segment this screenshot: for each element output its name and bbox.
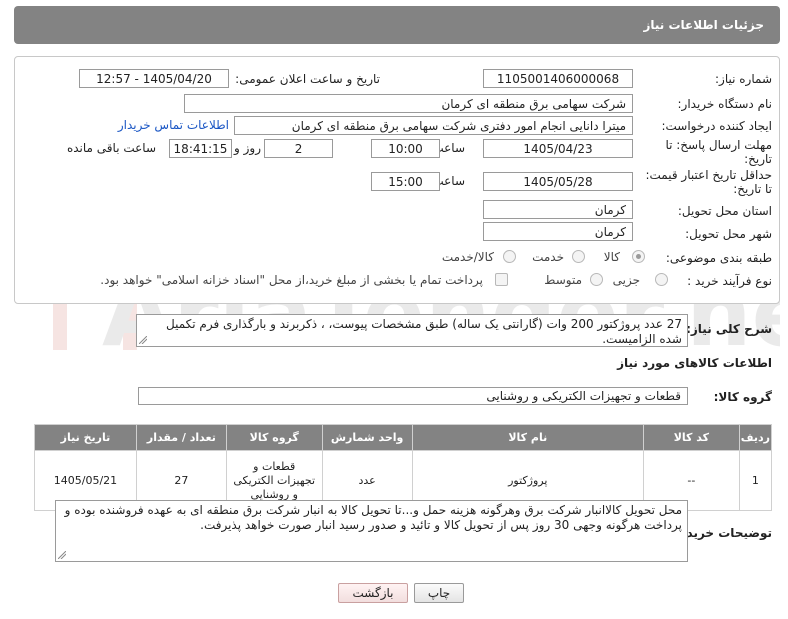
validity-label-2: تا تاریخ: xyxy=(733,182,772,196)
treasury-payment-note: پرداخت تمام یا بخشی از مبلغ خرید،از محل … xyxy=(100,273,483,287)
treasury-payment-checkbox[interactable] xyxy=(495,273,508,286)
buyer-field: شرکت سهامی برق منطقه ای کرمان xyxy=(184,94,633,113)
goods-table: ردیف کد کالا نام کالا واحد شمارش گروه کا… xyxy=(34,424,773,511)
page-header: جزئیات اطلاعات نیاز xyxy=(14,6,780,44)
days-field: 2 xyxy=(264,139,333,158)
col-name: نام کالا xyxy=(411,424,645,451)
description-textarea[interactable]: 27 عدد پروژکتور 200 وات (گارانتی یک ساله… xyxy=(136,314,688,347)
days-label: روز و xyxy=(234,141,261,155)
process-option-medium: متوسط xyxy=(544,273,582,287)
resize-handle-icon[interactable] xyxy=(58,551,66,559)
deadline-label-2: تاریخ: xyxy=(744,152,772,166)
buyer-label: نام دستگاه خریدار: xyxy=(677,97,773,111)
col-group: گروه کالا xyxy=(225,424,323,451)
deadline-label: مهلت ارسال پاسخ: تا xyxy=(665,138,772,152)
category-radio-service[interactable] xyxy=(572,250,585,263)
creator-field: میترا دانایی انجام امور دفتری شرکت سهامی… xyxy=(234,116,633,135)
need-number-label: شماره نیاز: xyxy=(715,72,772,86)
category-option-goods-service: کالا/خدمت xyxy=(441,250,494,264)
goods-section-title: اطلاعات کالاهای مورد نیاز xyxy=(617,356,772,370)
city-field: کرمان xyxy=(483,222,633,241)
validity-label: حداقل تاریخ اعتبار قیمت: xyxy=(645,168,772,182)
category-radio-goods[interactable] xyxy=(632,250,645,263)
col-qty: تعداد / مقدار xyxy=(135,424,227,451)
goods-table-header: ردیف کد کالا نام کالا واحد شمارش گروه کا… xyxy=(34,424,773,451)
cell-row: 1 xyxy=(738,450,773,511)
announce-field: 1405/04/20 - 12:57 xyxy=(79,69,229,88)
col-unit: واحد شمارش xyxy=(321,424,413,451)
city-label: شهر محل تحویل: xyxy=(685,227,772,241)
deadline-time-field: 10:00 xyxy=(371,139,440,158)
description-text: 27 عدد پروژکتور 200 وات (گارانتی یک ساله… xyxy=(166,317,682,346)
validity-time-field: 15:00 xyxy=(371,172,440,191)
col-date: تاریخ نیاز xyxy=(34,424,137,451)
process-radio-minor[interactable] xyxy=(655,273,668,286)
buyer-notes-text: محل تحویل کالاانبار شرکت برق وهرگونه هزی… xyxy=(64,503,682,532)
goods-group-field: قطعات و تجهیزات الکتریکی و روشنایی xyxy=(138,387,688,405)
validity-date-field: 1405/05/28 xyxy=(483,172,633,191)
back-button[interactable]: بازگشت xyxy=(338,583,408,603)
need-number-field: 1105001406000068 xyxy=(483,69,633,88)
goods-group-label: گروه کالا: xyxy=(713,390,772,404)
category-option-goods: کالا xyxy=(603,250,620,264)
remaining-time-field: 18:41:15 xyxy=(169,139,232,158)
col-row: ردیف xyxy=(738,424,773,451)
page-title: جزئیات اطلاعات نیاز xyxy=(643,18,764,32)
province-label: استان محل تحویل: xyxy=(677,204,772,218)
category-radio-goods-service[interactable] xyxy=(503,250,516,263)
resize-handle-icon[interactable] xyxy=(139,336,147,344)
process-label: نوع فرآیند خرید : xyxy=(687,274,772,288)
remaining-label: ساعت باقی مانده xyxy=(66,141,156,155)
buyer-notes-textarea[interactable]: محل تحویل کالاانبار شرکت برق وهرگونه هزی… xyxy=(55,500,688,562)
process-option-minor: جزیی xyxy=(612,273,640,287)
province-field: کرمان xyxy=(483,200,633,219)
creator-label: ایجاد کننده درخواست: xyxy=(661,119,772,133)
buyer-contact-link[interactable]: اطلاعات تماس خریدار xyxy=(118,118,229,132)
col-code: کد کالا xyxy=(643,424,740,451)
process-radio-medium[interactable] xyxy=(590,273,603,286)
print-button[interactable]: چاپ xyxy=(414,583,464,603)
category-label: طبقه بندی موضوعی: xyxy=(665,251,772,265)
deadline-date-field: 1405/04/23 xyxy=(483,139,633,158)
description-label: شرح کلی نیاز: xyxy=(686,322,772,336)
category-option-service: خدمت xyxy=(532,250,564,264)
announce-label: تاریخ و ساعت اعلان عمومی: xyxy=(235,72,380,86)
